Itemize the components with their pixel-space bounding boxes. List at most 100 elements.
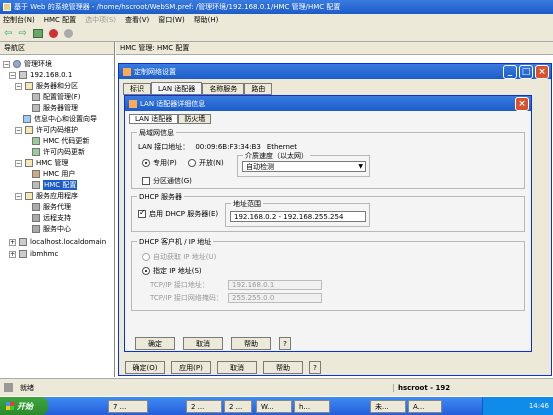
java-icon bbox=[123, 67, 131, 76]
forward-icon[interactable]: ⇨ bbox=[18, 28, 26, 39]
windows-logo-icon bbox=[6, 402, 14, 410]
radio-icon[interactable] bbox=[142, 159, 150, 167]
ip-address-field[interactable]: 192.168.0.1 bbox=[228, 280, 322, 290]
apply-button[interactable]: 应用(P) bbox=[171, 361, 211, 374]
tree-item-service-apps[interactable]: − 服务应用程序 bbox=[15, 191, 78, 201]
tree-item-remote-support[interactable]: 远程支持 bbox=[32, 213, 71, 223]
taskbar-item[interactable]: W... bbox=[256, 400, 292, 413]
radio-icon[interactable] bbox=[142, 253, 150, 261]
open-radio[interactable]: 开放(N) bbox=[188, 158, 224, 168]
collapse-icon[interactable]: − bbox=[15, 159, 22, 167]
tree-item-info-center[interactable]: 信息中心和设置向导 bbox=[23, 114, 97, 124]
question-button[interactable]: ? bbox=[309, 361, 321, 374]
tab-firewall[interactable]: 防火墙 bbox=[178, 114, 212, 124]
update-icon bbox=[32, 137, 40, 145]
partition-comm-checkbox[interactable]: 分区通信(G) bbox=[142, 176, 192, 186]
lan-details-title-bar[interactable]: LAN 适配器详细信息 × bbox=[125, 96, 531, 111]
expand-icon[interactable]: + bbox=[9, 238, 16, 246]
folder-icon bbox=[25, 126, 33, 134]
wrench-icon bbox=[32, 203, 40, 211]
checkbox-icon[interactable] bbox=[138, 208, 146, 218]
cancel-button[interactable]: 取消 bbox=[217, 361, 257, 374]
minimize-button[interactable]: _ bbox=[503, 65, 517, 79]
expand-icon[interactable]: + bbox=[9, 250, 16, 258]
navigation-header: 导航区 bbox=[0, 42, 114, 55]
media-speed-select[interactable]: 自动检测 ▼ bbox=[242, 161, 366, 172]
enable-dhcp-checkbox[interactable]: 启用 DHCP 服务器(E) bbox=[138, 208, 218, 219]
tab-lan-adapter-inner[interactable]: LAN 适配器 bbox=[129, 114, 179, 124]
collapse-icon[interactable]: − bbox=[3, 60, 10, 68]
window-title-bar[interactable]: 基于 Web 的系统管理器 - /home/hscroot/WebSM.pref… bbox=[0, 0, 553, 14]
maximize-button[interactable]: □ bbox=[519, 65, 533, 79]
tab-lan-adapter[interactable]: LAN 适配器 bbox=[151, 82, 203, 95]
address-range-field[interactable]: 192.168.0.2 - 192.168.255.254 bbox=[230, 211, 366, 222]
help-button[interactable]: 帮助 bbox=[263, 361, 303, 374]
media-speed-group: 介质速度（以太网） 自动检测 ▼ bbox=[237, 151, 370, 177]
tree-item-hmc-management[interactable]: − HMC 管理 bbox=[15, 158, 68, 168]
taskbar-item[interactable]: 7 ... bbox=[108, 400, 148, 413]
tree-item-partition-manager[interactable]: 配置管理(F) bbox=[32, 92, 81, 102]
ok-button[interactable]: 确定(O) bbox=[125, 361, 165, 374]
netmask-field[interactable]: 255.255.0.0 bbox=[228, 293, 322, 303]
collapse-icon[interactable]: − bbox=[15, 126, 22, 134]
chevron-down-icon[interactable]: ▼ bbox=[358, 163, 365, 170]
collapse-icon[interactable]: − bbox=[15, 192, 22, 200]
up-icon[interactable] bbox=[32, 29, 43, 38]
taskbar-item[interactable]: 2 ... bbox=[186, 400, 222, 413]
java-icon bbox=[129, 99, 137, 108]
cancel-button[interactable]: 取消 bbox=[183, 337, 223, 350]
computer-icon bbox=[19, 250, 27, 258]
static-ip-radio[interactable]: 指定 IP 地址(S) bbox=[142, 266, 202, 276]
taskbar-item[interactable]: h... bbox=[294, 400, 330, 413]
tree-item-root[interactable]: − 管理环境 bbox=[3, 59, 52, 69]
tree-item-service-focal[interactable]: 服务中心 bbox=[32, 224, 71, 234]
collapse-icon[interactable]: − bbox=[15, 82, 22, 90]
tree-item-hmc-code-update[interactable]: HMC 代码更新 bbox=[32, 136, 89, 146]
collapse-icon[interactable]: − bbox=[9, 71, 16, 79]
tree-item-ibmhmc[interactable]: + ibmhmc bbox=[9, 249, 58, 259]
app-icon bbox=[3, 3, 11, 11]
content-header: HMC 管理: HMC 配置 bbox=[116, 42, 553, 55]
tree-item-localhost[interactable]: + localhost.localdomain bbox=[9, 237, 106, 247]
tree-item-service-agent[interactable]: 服务代理 bbox=[32, 202, 71, 212]
auto-ip-radio[interactable]: 自动获取 IP 地址(U) bbox=[142, 252, 216, 262]
start-button[interactable]: 开始 bbox=[0, 397, 48, 415]
stop-icon[interactable] bbox=[48, 29, 58, 38]
ok-button[interactable]: 确定 bbox=[135, 337, 175, 350]
dhcp-client-group: DHCP 客户机 / IP 地址 自动获取 IP 地址(U) 指定 IP 地址(… bbox=[131, 237, 525, 311]
system-tray: 14:46 bbox=[482, 397, 553, 415]
dhcp-server-group: DHCP 服务器 启用 DHCP 服务器(E) 地址范围 192.168.0.2… bbox=[131, 192, 525, 232]
tab-identity[interactable]: 标识 bbox=[123, 82, 151, 95]
menu-console[interactable]: 控制台(N) bbox=[3, 15, 35, 25]
tree-item-server-management[interactable]: 服务器管理 bbox=[32, 103, 78, 113]
taskbar-item[interactable]: A... bbox=[408, 400, 442, 413]
taskbar-item[interactable]: 未... bbox=[370, 400, 406, 413]
taskbar-item[interactable]: 2 ... bbox=[224, 400, 252, 413]
tree-item-host[interactable]: −192.168.0.1 bbox=[9, 70, 72, 80]
checkbox-icon[interactable] bbox=[142, 177, 150, 185]
tab-name-services[interactable]: 名称服务 bbox=[202, 82, 245, 95]
radio-icon[interactable] bbox=[188, 159, 196, 167]
tree-item-hmc-config[interactable]: HMC 配置 bbox=[32, 180, 78, 190]
tree-item-license-maintenance[interactable]: − 许可内码维护 bbox=[15, 125, 78, 135]
computer-icon bbox=[19, 238, 27, 246]
close-button[interactable]: × bbox=[535, 65, 549, 79]
private-radio[interactable]: 专用(P) bbox=[142, 158, 177, 168]
network-settings-title-bar[interactable]: 定制网络设置 _ □ × bbox=[119, 64, 551, 79]
menu-help[interactable]: 帮助(H) bbox=[194, 15, 219, 25]
tree-item-hmc-users[interactable]: HMC 用户 bbox=[32, 169, 75, 179]
menu-window[interactable]: 窗口(W) bbox=[158, 15, 184, 25]
tab-routing[interactable]: 路由 bbox=[244, 82, 273, 95]
tree-item-license-code-update[interactable]: 许可内码更新 bbox=[32, 147, 85, 157]
help-button[interactable]: 帮助 bbox=[231, 337, 271, 350]
toolbar: ⇦ ⇨ bbox=[0, 26, 553, 42]
close-button[interactable]: × bbox=[515, 97, 529, 111]
tree-item-servers-partitions[interactable]: − 服务器和分区 bbox=[15, 81, 78, 91]
back-icon[interactable]: ⇦ bbox=[4, 28, 12, 39]
menu-view[interactable]: 查看(V) bbox=[125, 15, 149, 25]
menu-hmc-config[interactable]: HMC 配置 bbox=[44, 15, 76, 25]
menu-selected[interactable]: 选中项(S) bbox=[85, 15, 116, 25]
question-button[interactable]: ? bbox=[279, 337, 291, 350]
radio-icon[interactable] bbox=[142, 267, 150, 275]
refresh-icon[interactable] bbox=[63, 29, 73, 38]
